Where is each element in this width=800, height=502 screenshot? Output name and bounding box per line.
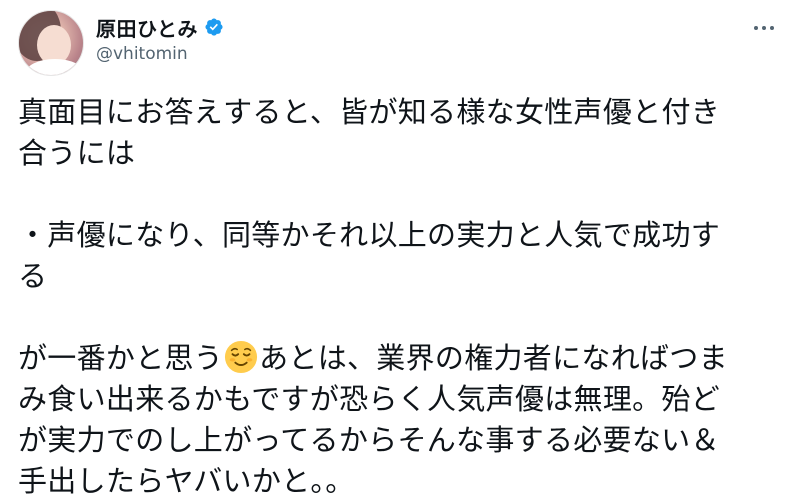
tweet-line: 真面目にお答えすると、皆が知る様な女性声優と付き — [18, 95, 721, 129]
more-dot — [754, 26, 758, 30]
tweet-header: 原田ひとみ @vhitomin — [18, 10, 782, 76]
more-options-icon[interactable] — [746, 10, 782, 46]
tweet-line: 合うには — [18, 136, 136, 170]
tweet-line: が実力でのし上がってるからそんな事する必要ない＆ — [18, 423, 720, 457]
tweet-line: み食い出来るかもですが恐らく人気声優は無理。殆ど — [18, 382, 721, 416]
display-name-row: 原田ひとみ — [96, 13, 224, 42]
avatar-shoulder — [25, 59, 83, 75]
tweet-line: る — [18, 259, 48, 293]
tweet-line: 手出したらヤバいかと。。 — [18, 464, 355, 498]
more-dot — [770, 26, 774, 30]
relieved-face-emoji-icon — [225, 340, 258, 374]
display-name[interactable]: 原田ひとみ — [96, 13, 198, 42]
tweet-segment: が一番かと思う — [18, 341, 224, 375]
more-dot — [762, 26, 766, 30]
tweet-segment: あとは、業界の権力者になればつま — [259, 341, 728, 375]
tweet-text: 真面目にお答えすると、皆が知る様な女性声優と付き 合うには ・声優になり、同等か… — [18, 92, 788, 502]
verified-badge-icon — [205, 18, 223, 36]
author-info: 原田ひとみ @vhitomin — [96, 14, 224, 64]
author-handle[interactable]: @vhitomin — [96, 44, 224, 64]
tweet-line-with-emoji: が一番かと思う あとは、業界の権力者になればつま — [18, 338, 788, 379]
tweet-card: 原田ひとみ @vhitomin 真面目にお答えすると、皆が知る様な女性声優と付き… — [0, 0, 800, 498]
avatar[interactable] — [18, 10, 84, 76]
tweet-line: ・声優になり、同等かそれ以上の実力と人気で成功す — [18, 218, 721, 252]
